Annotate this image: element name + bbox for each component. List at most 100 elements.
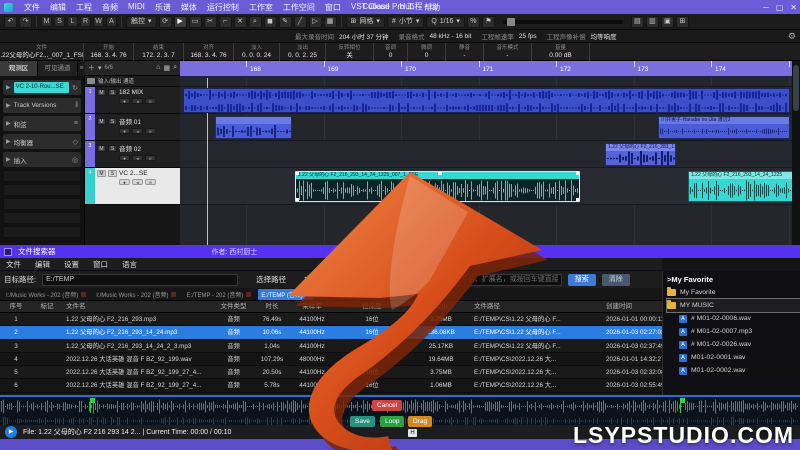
column-header-8[interactable]: 文件路径	[470, 301, 602, 312]
column-header-0[interactable]: 序号	[0, 301, 32, 312]
inspector-tab-0[interactable]: 观测区	[0, 61, 38, 76]
undo-icon[interactable]: ↶	[4, 16, 17, 28]
edit-channel-button[interactable]: e	[145, 179, 156, 185]
quantize-dropdown[interactable]: Q1/16▾	[426, 16, 465, 28]
channel-button-s[interactable]: S	[54, 16, 65, 27]
filename-search-input[interactable]	[429, 274, 562, 286]
audio-clip-283[interactable]: 1.22 父母的心 F2_216_283_1	[605, 143, 676, 166]
favorite-item-1[interactable]: MY MUSIC	[667, 299, 800, 312]
edit-channel-button[interactable]: e	[145, 155, 156, 161]
grid-type-dropdown[interactable]: #小节▾	[387, 16, 424, 28]
channel-button-w[interactable]: W	[93, 16, 104, 27]
cancel-button[interactable]: Cancel	[372, 400, 402, 411]
record-enable-button[interactable]: ●	[119, 155, 130, 161]
menu-item-10[interactable]: 窗口	[320, 2, 346, 13]
path-tab-0[interactable]: I:/Music Works - 202 (音频)	[3, 289, 89, 300]
glue-tool[interactable]: ⌐	[219, 16, 232, 28]
track-row-2[interactable]: 2MS音频 01●◂e	[85, 114, 180, 141]
setup-window-icon[interactable]: ⊞	[676, 16, 689, 28]
layout-icon-2[interactable]: ▥	[646, 16, 659, 28]
mute-button[interactable]: M	[97, 170, 106, 177]
inspector-section-3[interactable]: ▶插入◎	[3, 152, 81, 167]
info-field-11[interactable]: 音量0.00 dB	[532, 43, 590, 61]
clip-handle[interactable]	[576, 171, 580, 175]
tab-close-icon[interactable]	[306, 292, 311, 297]
drag-button[interactable]: Drag	[408, 416, 432, 427]
info-field-1[interactable]: 开始168. 3. 4. 76	[84, 43, 134, 61]
timeline-ruler[interactable]: 168169170171172173174175	[180, 61, 792, 78]
monitor-button[interactable]: ◂	[132, 155, 143, 161]
track-row-1[interactable]: 1MS182 MIX●◂e	[85, 87, 180, 114]
tab-close-icon[interactable]	[246, 292, 251, 297]
menu-item-2[interactable]: 工程	[71, 2, 97, 13]
column-header-9[interactable]: 创建时间	[602, 301, 662, 312]
save-button[interactable]: Save	[350, 416, 375, 427]
audio-clip-182mix[interactable]	[183, 88, 790, 113]
marker-icon[interactable]: ⚑	[482, 16, 495, 28]
column-header-3[interactable]: 文件类型	[215, 301, 252, 312]
audio-clip-hanabe[interactable]: 川井憲子-Hanabe no Uta 渡辺2	[658, 116, 790, 139]
clip-handle[interactable]	[295, 171, 299, 175]
inspector-section-2[interactable]: ▶均衡器◇	[3, 134, 81, 149]
solo-button[interactable]: S	[108, 89, 117, 96]
monitor-button[interactable]: ◂	[132, 128, 143, 134]
clip-handle[interactable]	[576, 198, 580, 202]
loop-start-marker[interactable]	[90, 398, 91, 413]
clear-button[interactable]: 清除	[602, 274, 630, 286]
menu-item-1[interactable]: 编辑	[45, 2, 71, 13]
channel-button-l[interactable]: L	[67, 16, 78, 27]
menu-item-5[interactable]: 乐谱	[150, 2, 176, 13]
layout-icon-1[interactable]: ▤	[631, 16, 644, 28]
info-field-2[interactable]: 结束172. 2. 3. 7	[134, 43, 184, 61]
zoom-tool[interactable]: ⌕	[249, 16, 262, 28]
mute-tool[interactable]: ◼	[264, 16, 277, 28]
grid-icon[interactable]: ▦	[163, 64, 170, 72]
clip-handle[interactable]	[295, 198, 299, 202]
monitor-button[interactable]: ◂	[132, 179, 143, 185]
arrange-area[interactable]: 川井憲子-Hanabe no Uta 渡辺2 1.22 父母的心 F2_216_…	[180, 78, 792, 245]
info-field-7[interactable]: 音调0	[374, 43, 408, 61]
zoom-slider[interactable]	[503, 20, 623, 24]
inspector-track-header[interactable]: ▶ VC 2-10-Rou...SE ↻	[3, 80, 81, 95]
vertical-scrollbar[interactable]	[792, 61, 800, 245]
column-header-4[interactable]: 时长	[252, 301, 292, 312]
info-field-0[interactable]: 文件1.22父母的心F2..._007_1_FSE	[0, 43, 84, 61]
color-tool[interactable]: ▦	[324, 16, 337, 28]
choose-path-button[interactable]: 选择路径	[256, 274, 286, 285]
table-row-6[interactable]: 62022.12.26 大话英雄 混音 F BZ_92_199_27_4...音…	[0, 379, 662, 392]
toolbar-gear-icon[interactable]: ⚙	[788, 31, 796, 42]
loop-end-marker[interactable]	[680, 398, 681, 413]
range-tool[interactable]: ▭	[189, 16, 202, 28]
io-channels-row[interactable]: 输入/输出 通道	[85, 76, 180, 87]
menu-item-8[interactable]: 工作室	[244, 2, 278, 13]
info-field-3[interactable]: 对齐168. 3. 4. 76	[184, 43, 234, 61]
automation-mode-dropdown[interactable]: 触控▾	[126, 16, 157, 28]
grid-dropdown[interactable]: ⊞网格▾	[346, 16, 385, 28]
target-path-input[interactable]	[42, 274, 238, 286]
play-icon[interactable]: ▶	[5, 426, 17, 438]
inspector-section-0[interactable]: ▶Track Versions‖	[3, 98, 81, 113]
inspector-section-1[interactable]: ▶和弦≡	[3, 116, 81, 131]
browser-menu-4[interactable]: 语言	[122, 259, 137, 270]
search-button[interactable]: 搜索	[568, 274, 596, 286]
record-enable-button[interactable]: ●	[119, 179, 130, 185]
table-row-5[interactable]: 52022.12.26 大话英雄 混音 F BZ_92_199_27_4...音…	[0, 366, 662, 379]
menu-item-9[interactable]: 工作空间	[278, 2, 320, 13]
layout-icon-3[interactable]: ▣	[661, 16, 674, 28]
tab-close-icon[interactable]	[81, 292, 86, 297]
redo-icon[interactable]: ↷	[19, 16, 32, 28]
table-row-1[interactable]: 11.22 父母的心 F2_216_293.mp3音频76.49s44100Hz…	[0, 313, 662, 326]
audio-clip-small[interactable]	[215, 116, 292, 139]
favorite-item-5[interactable]: AM01-02-0001.wav	[667, 351, 800, 364]
column-header-1[interactable]: 标记	[32, 301, 62, 312]
menu-item-6[interactable]: 媒体	[176, 2, 202, 13]
tab-close-icon[interactable]	[171, 292, 176, 297]
table-row-3[interactable]: 31.22 父母的心 F2_216_293_14_24_2_3.mp3音频1.0…	[0, 340, 662, 353]
refresh-icon[interactable]: ↻	[72, 84, 78, 92]
record-enable-button[interactable]: ●	[119, 128, 130, 134]
table-row-2[interactable]: 21.22 父母的心 F2_216_293_14_24.mp3音频10.06s4…	[0, 326, 662, 339]
info-field-6[interactable]: 反转相位关	[326, 43, 374, 61]
close-icon[interactable]: ✕	[790, 3, 797, 12]
favorite-item-4[interactable]: A# M01-02-0026.wav	[667, 338, 800, 351]
browser-menu-0[interactable]: 文件	[6, 259, 21, 270]
